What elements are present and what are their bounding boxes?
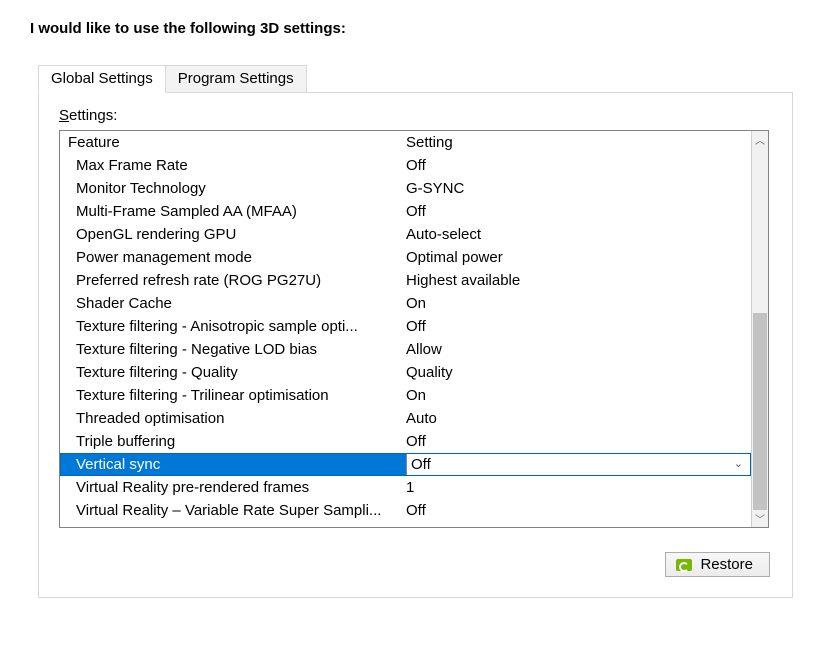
tab-global-settings[interactable]: Global Settings bbox=[38, 65, 166, 93]
scrollbar-thumb[interactable] bbox=[753, 313, 767, 510]
page-title: I would like to use the following 3D set… bbox=[30, 20, 791, 37]
setting-feature: Multi-Frame Sampled AA (MFAA) bbox=[66, 200, 406, 223]
setting-row[interactable]: Power management modeOptimal power bbox=[60, 246, 751, 269]
setting-value: 1 bbox=[406, 476, 751, 499]
nvidia-logo-icon bbox=[676, 559, 692, 571]
setting-feature: Monitor Technology bbox=[66, 177, 406, 200]
setting-row[interactable]: Max Frame RateOff bbox=[60, 154, 751, 177]
setting-value: Quality bbox=[406, 361, 751, 384]
setting-feature: OpenGL rendering GPU bbox=[66, 223, 406, 246]
setting-feature: Shader Cache bbox=[66, 292, 406, 315]
setting-row[interactable]: Threaded optimisationAuto bbox=[60, 407, 751, 430]
column-setting[interactable]: Setting bbox=[406, 134, 751, 151]
setting-feature: Virtual Reality pre-rendered frames bbox=[66, 476, 406, 499]
column-feature[interactable]: Feature bbox=[66, 134, 406, 151]
scrollbar-track[interactable] bbox=[752, 148, 768, 510]
setting-row[interactable]: Shader CacheOn bbox=[60, 292, 751, 315]
setting-value: On bbox=[406, 292, 751, 315]
setting-row[interactable]: OpenGL rendering GPUAuto-select bbox=[60, 223, 751, 246]
setting-feature: Vertical sync bbox=[60, 453, 406, 476]
setting-value: Auto-select bbox=[406, 223, 751, 246]
setting-row[interactable]: Virtual Reality – Variable Rate Super Sa… bbox=[60, 499, 751, 522]
settings-list-box: Feature Setting Max Frame RateOffMonitor… bbox=[59, 130, 769, 528]
panel-root: I would like to use the following 3D set… bbox=[0, 0, 813, 651]
setting-value: Off bbox=[406, 499, 751, 522]
setting-feature: Max Frame Rate bbox=[66, 154, 406, 177]
setting-row[interactable]: Multi-Frame Sampled AA (MFAA)Off bbox=[60, 200, 751, 223]
tab-program-settings[interactable]: Program Settings bbox=[165, 65, 307, 93]
setting-feature: Texture filtering - Anisotropic sample o… bbox=[66, 315, 406, 338]
setting-row-selected[interactable]: Vertical syncOff⌄ bbox=[60, 453, 751, 476]
button-row: Restore bbox=[59, 552, 772, 577]
setting-value: G-SYNC bbox=[406, 177, 751, 200]
setting-value: Off bbox=[406, 154, 751, 177]
setting-row[interactable]: Preferred refresh rate (ROG PG27U)Highes… bbox=[60, 269, 751, 292]
setting-value: On bbox=[406, 384, 751, 407]
setting-feature: Preferred refresh rate (ROG PG27U) bbox=[66, 269, 406, 292]
setting-feature: Texture filtering - Negative LOD bias bbox=[66, 338, 406, 361]
setting-feature: Texture filtering - Trilinear optimisati… bbox=[66, 384, 406, 407]
setting-value-dropdown[interactable]: Off⌄ bbox=[406, 453, 751, 476]
settings-list[interactable]: Feature Setting Max Frame RateOffMonitor… bbox=[60, 131, 751, 527]
setting-row[interactable]: Texture filtering - Negative LOD biasAll… bbox=[60, 338, 751, 361]
restore-button[interactable]: Restore bbox=[665, 552, 770, 577]
setting-row[interactable]: Texture filtering - QualityQuality bbox=[60, 361, 751, 384]
chevron-down-icon[interactable]: ⌄ bbox=[734, 453, 743, 476]
setting-feature: Power management mode bbox=[66, 246, 406, 269]
setting-row[interactable]: Triple bufferingOff bbox=[60, 430, 751, 453]
setting-value: Highest available bbox=[406, 269, 751, 292]
setting-feature: Virtual Reality – Variable Rate Super Sa… bbox=[66, 499, 406, 522]
setting-value: Allow bbox=[406, 338, 751, 361]
setting-feature: Texture filtering - Quality bbox=[66, 361, 406, 384]
scroll-up-arrow-icon[interactable]: ︿ bbox=[752, 131, 768, 148]
setting-value: Off bbox=[406, 430, 751, 453]
setting-feature: Threaded optimisation bbox=[66, 407, 406, 430]
setting-value: Off bbox=[406, 200, 751, 223]
settings-header-row: Feature Setting bbox=[60, 131, 751, 154]
setting-value: Optimal power bbox=[406, 246, 751, 269]
setting-row[interactable]: Texture filtering - Anisotropic sample o… bbox=[60, 315, 751, 338]
vertical-scrollbar[interactable]: ︿ ﹀ bbox=[751, 131, 768, 527]
tab-strip: Global Settings Program Settings bbox=[38, 65, 791, 93]
setting-value: Off bbox=[406, 315, 751, 338]
scroll-down-arrow-icon[interactable]: ﹀ bbox=[752, 510, 768, 527]
tab-panel: Settings: Feature Setting Max Frame Rate… bbox=[38, 92, 793, 598]
settings-label: Settings: bbox=[59, 107, 772, 124]
setting-value: Auto bbox=[406, 407, 751, 430]
setting-row[interactable]: Virtual Reality pre-rendered frames1 bbox=[60, 476, 751, 499]
setting-row[interactable]: Monitor TechnologyG-SYNC bbox=[60, 177, 751, 200]
setting-feature: Triple buffering bbox=[66, 430, 406, 453]
restore-button-label: Restore bbox=[700, 556, 753, 573]
setting-row[interactable]: Texture filtering - Trilinear optimisati… bbox=[60, 384, 751, 407]
